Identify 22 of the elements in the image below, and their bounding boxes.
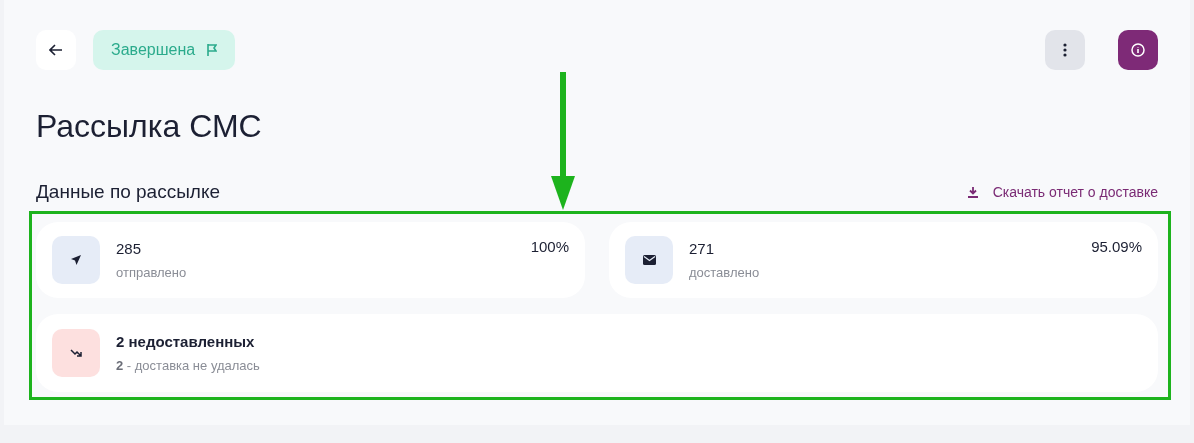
flag-icon [207, 44, 218, 56]
download-report-link[interactable]: Скачать отчет о доставке [966, 184, 1158, 200]
info-button[interactable] [1118, 30, 1158, 70]
back-arrow-icon [49, 44, 63, 56]
back-button[interactable] [36, 30, 76, 70]
envelope-icon [642, 255, 656, 265]
stat-label: отправлено [116, 265, 188, 280]
trend-down-icon [70, 348, 82, 358]
stat-percent: 100% [530, 238, 569, 255]
stat-value: 285 [116, 240, 143, 257]
page-title: Рассылка СМС [36, 107, 263, 146]
more-icon [1063, 43, 1067, 57]
info-icon [1131, 43, 1145, 57]
status-label: Завершена [111, 41, 196, 59]
download-icon [966, 186, 979, 198]
section-heading: Данные по рассылке [36, 181, 222, 203]
send-icon [70, 254, 82, 266]
stat-label: доставлено [689, 265, 761, 280]
failed-detail: 2 - доставка не удалась [116, 358, 261, 373]
failed-title: 2 недоставленных [116, 333, 256, 350]
stat-value: 271 [689, 240, 716, 257]
stat-percent: 95.09% [1091, 238, 1142, 255]
